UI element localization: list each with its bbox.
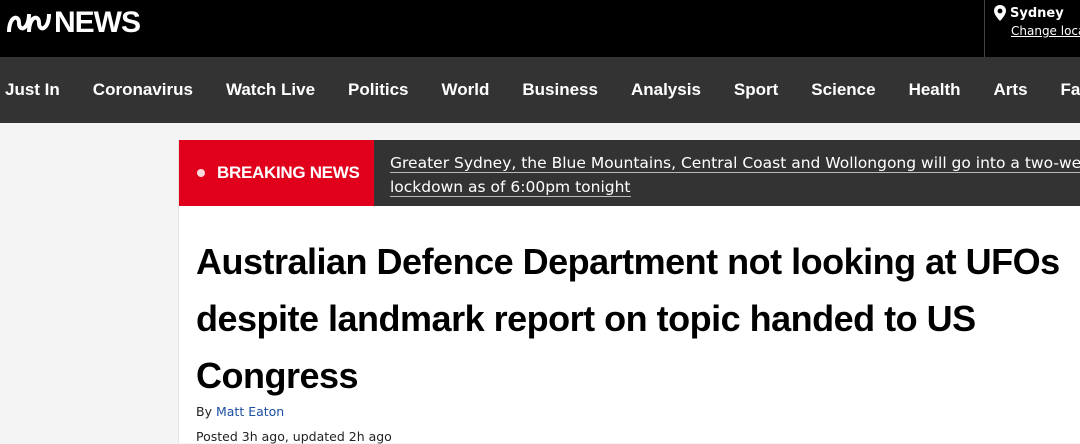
nav-list: Just In Coronavirus Watch Live Politics … — [0, 57, 1080, 123]
nav-item-arts[interactable]: Arts — [994, 80, 1028, 100]
location-city-name: Sydney — [1010, 5, 1064, 21]
nav-item-watch-live[interactable]: Watch Live — [226, 80, 315, 100]
breaking-headline-line-2: lockdown as of 6:00pm tonight — [390, 178, 631, 197]
abc-news-logo[interactable]: NEWS — [6, 6, 141, 39]
breaking-news-label: BREAKING NEWS — [179, 140, 374, 206]
nav-item-just-in[interactable]: Just In — [5, 80, 60, 100]
nav-item-analysis[interactable]: Analysis — [631, 80, 701, 100]
nav-item-sport[interactable]: Sport — [734, 80, 778, 100]
breaking-headline-line-1: Greater Sydney, the Blue Mountains, Cent… — [390, 154, 1080, 173]
nav-item-science[interactable]: Science — [811, 80, 875, 100]
nav-item-coronavirus[interactable]: Coronavirus — [93, 80, 193, 100]
nav-item-business[interactable]: Business — [522, 80, 598, 100]
location-widget: Sydney Change location — [993, 5, 1080, 38]
logo-wordmark: NEWS — [54, 6, 141, 39]
header-divider — [984, 0, 985, 57]
breaking-news-text: BREAKING NEWS — [217, 163, 360, 182]
article-byline: By Matt Eaton — [196, 404, 284, 419]
location-city: Sydney — [993, 5, 1080, 21]
site-header: NEWS Sydney Change location — [0, 0, 1080, 57]
nav-item-world[interactable]: World — [442, 80, 490, 100]
author-link[interactable]: Matt Eaton — [216, 404, 284, 419]
abc-logo-icon — [7, 13, 51, 33]
change-location-link[interactable]: Change location — [1011, 24, 1080, 38]
main-nav: Just In Coronavirus Watch Live Politics … — [0, 57, 1080, 123]
live-dot-icon — [197, 169, 205, 177]
map-pin-icon — [994, 5, 1006, 21]
article-timestamp: Posted 3h ago, updated 2h ago — [196, 429, 392, 444]
article-title: Australian Defence Department not lookin… — [196, 241, 1060, 396]
breaking-news-banner[interactable]: BREAKING NEWS Greater Sydney, the Blue M… — [179, 140, 1080, 206]
nav-item-health[interactable]: Health — [909, 80, 961, 100]
article-container: BREAKING NEWS Greater Sydney, the Blue M… — [178, 140, 1080, 444]
nav-item-fact-check[interactable]: Fact Check — [1061, 80, 1080, 100]
byline-prefix: By — [196, 404, 212, 419]
nav-item-politics[interactable]: Politics — [348, 80, 408, 100]
breaking-news-headline-link[interactable]: Greater Sydney, the Blue Mountains, Cent… — [374, 140, 1080, 206]
